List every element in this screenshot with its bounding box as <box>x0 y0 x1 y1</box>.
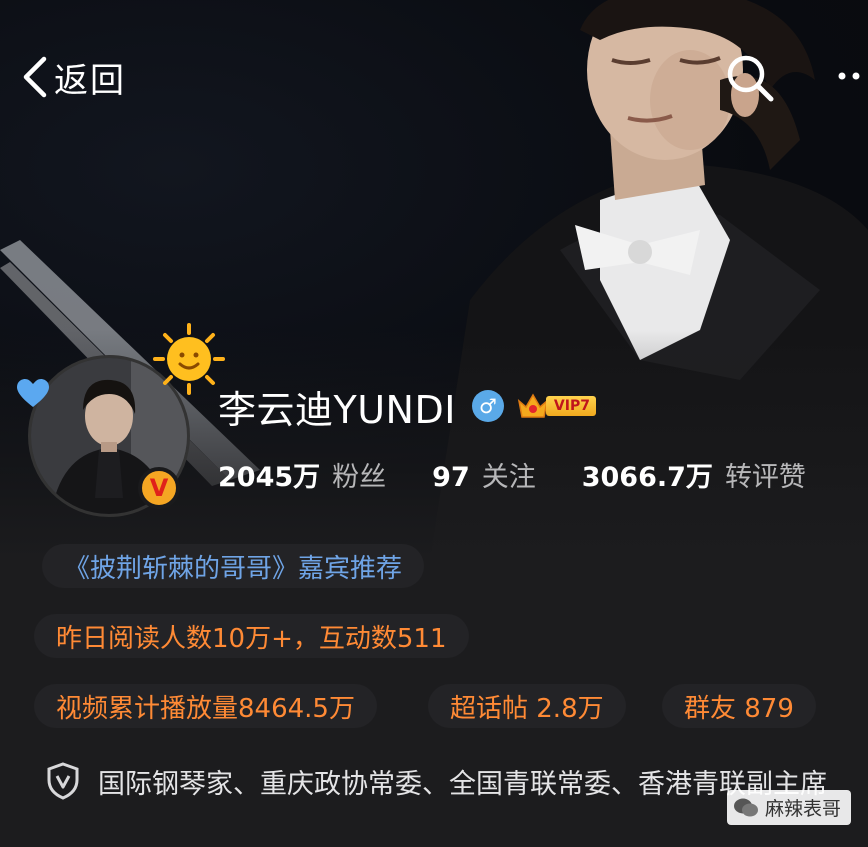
back-label: 返回 <box>54 60 126 101</box>
sun-icon <box>153 323 225 395</box>
following-label: 关注 <box>481 461 536 493</box>
video-plays-tag[interactable]: 视频累计播放量8464.5万 <box>34 684 377 728</box>
avatar-container: V <box>17 323 225 517</box>
following-stat[interactable]: 97 关注 <box>432 455 536 494</box>
followers-stat[interactable]: 2045万 粉丝 <box>218 455 386 494</box>
user-name: 李云迪YUNDI <box>218 387 456 432</box>
engagement-stat[interactable]: 3066.7万 转评赞 <box>582 455 806 494</box>
following-count: 97 <box>432 461 470 493</box>
search-icon <box>727 55 774 102</box>
followers-count: 2045万 <box>218 461 321 493</box>
watermark-text: 麻辣表哥 <box>765 798 842 820</box>
chevron-left-icon <box>23 56 47 98</box>
male-gender-icon: ♂ <box>471 390 504 422</box>
more-icon <box>838 72 860 80</box>
wechat-icon <box>734 798 758 816</box>
back-button[interactable]: 返回 <box>20 54 126 101</box>
top-navigation-bar: 返回 <box>0 40 868 120</box>
guest-recommendation-tag[interactable]: 《披荆斩棘的哥哥》嘉宾推荐 <box>42 544 425 588</box>
vip-badge[interactable]: VIP7 <box>516 391 596 421</box>
vip-label: VIP7 <box>545 396 596 416</box>
followers-label: 粉丝 <box>332 461 387 493</box>
verified-mark: V <box>149 474 169 502</box>
reads-stats-tag[interactable]: 昨日阅读人数10万+，互动数511 <box>34 614 469 658</box>
engagement-label: 转评赞 <box>724 461 806 493</box>
verified-badge: V <box>138 467 180 509</box>
group-members-tag[interactable]: 群友 879 <box>662 684 816 728</box>
watermark: 麻辣表哥 <box>727 790 852 825</box>
engagement-count: 3066.7万 <box>581 461 713 493</box>
crown-icon <box>517 393 549 418</box>
search-button[interactable] <box>724 52 776 104</box>
name-row: 李云迪YUNDI ♂ VIP7 <box>218 378 596 434</box>
super-topic-tag[interactable]: 超话帖 2.8万 <box>428 684 626 728</box>
heart-icon <box>17 379 49 407</box>
shield-icon <box>47 762 79 800</box>
stats-row: 2045万 粉丝 97 关注 3066.7万 转评赞 <box>218 452 852 496</box>
more-button[interactable] <box>834 56 868 102</box>
